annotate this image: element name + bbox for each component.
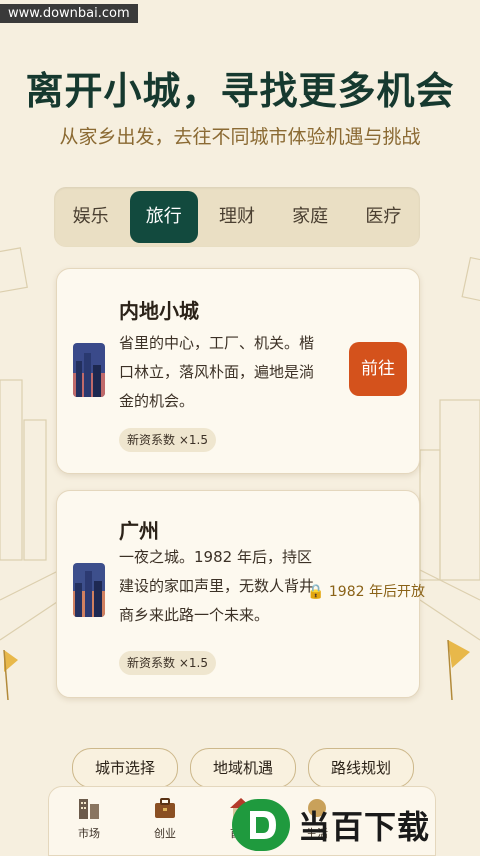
tab-travel[interactable]: 旅行 xyxy=(129,191,198,243)
route-planning-button[interactable]: 路线规划 xyxy=(308,748,415,788)
action-chips: 城市选择 地域机遇 路线规划 xyxy=(72,748,415,788)
site-watermark: www.downbai.com xyxy=(0,4,138,23)
nav-label: 创业 xyxy=(154,827,176,840)
go-button[interactable]: 前往 xyxy=(349,342,407,396)
city-select-button[interactable]: 城市选择 xyxy=(72,748,179,788)
tab-entertainment[interactable]: 娱乐 xyxy=(57,191,125,243)
page-subtitle: 从家乡出发，去往不同城市体验机遇与挑战 xyxy=(59,126,421,148)
nav-label: 市场 xyxy=(78,827,100,840)
regional-opportunity-button[interactable]: 地域机遇 xyxy=(190,748,297,788)
logo-watermark: 当百下载 xyxy=(232,795,480,854)
nav-market[interactable]: 市场 xyxy=(59,795,119,841)
tab-finance[interactable]: 理财 xyxy=(203,191,271,243)
city-thumbnail-icon xyxy=(73,343,105,397)
salary-badge: 新资系数 ×1.5 xyxy=(119,651,216,675)
salary-badge: 新资系数 ×1.5 xyxy=(119,428,216,452)
category-tabs: 娱乐 旅行 理财 家庭 医疗 xyxy=(54,187,420,247)
tab-family[interactable]: 家庭 xyxy=(276,191,344,243)
logo-text: 当百下载 xyxy=(298,807,431,846)
locked-status: 🔒 1982 年后开放 xyxy=(307,584,425,600)
tab-medical[interactable]: 医疗 xyxy=(349,191,417,243)
card-description: 一夜之城。1982 年后，持区建设的家吅声里，无数人背井商乡来此路一个未来。 xyxy=(119,548,315,624)
page-title: 离开小城，寻找更多机会 xyxy=(25,69,455,113)
card-description: 省里的中心，工厂、机关。楷口林立，落风朴面，遍地是淌金的机会。 xyxy=(119,334,315,410)
card-title: 广州 xyxy=(119,519,159,543)
city-thumbnail-icon xyxy=(73,563,105,617)
logo-d-icon xyxy=(232,798,290,851)
city-card-guangzhou: 广州 一夜之城。1982 年后，持区建设的家吅声里，无数人背井商乡来此路一个未来… xyxy=(56,490,425,698)
nav-startup[interactable]: 创业 xyxy=(135,795,195,841)
briefcase-icon xyxy=(155,798,175,818)
building-icon xyxy=(79,799,99,819)
card-title: 内地小城 xyxy=(119,299,199,323)
city-card-inland: 内地小城 省里的中心，工厂、机关。楷口林立，落风朴面，遍地是淌金的机会。 新资系… xyxy=(56,268,420,474)
